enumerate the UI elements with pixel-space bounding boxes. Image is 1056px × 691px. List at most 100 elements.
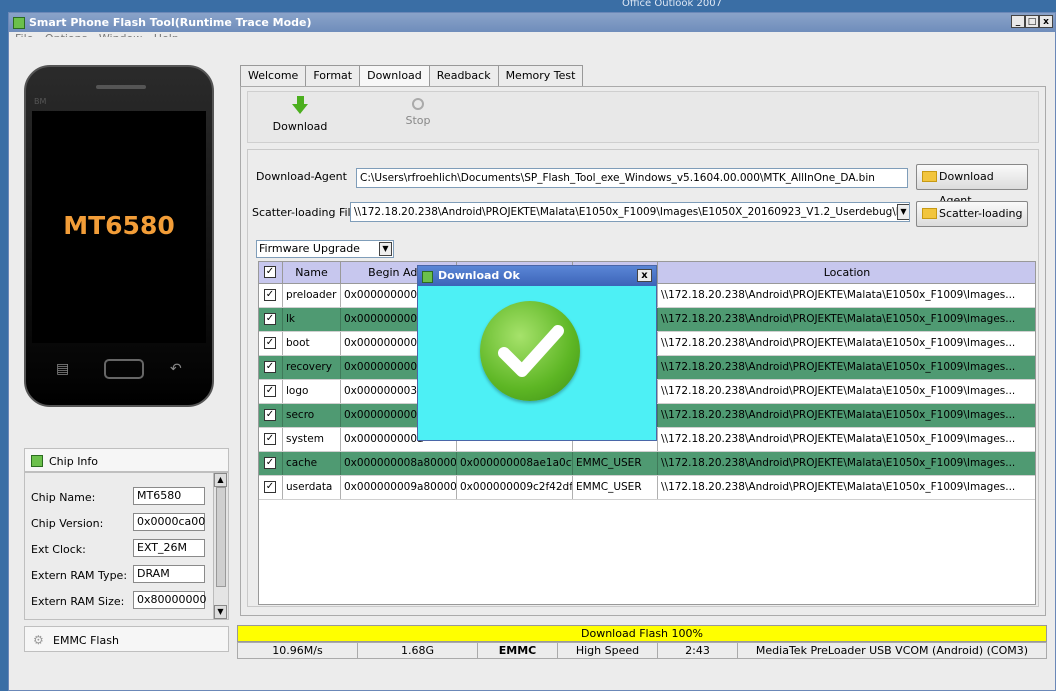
ext-clock-row: Ext Clock: EXT_26M <box>31 539 221 559</box>
chip-name-label: Chip Name: <box>31 491 96 504</box>
tab-memory-test[interactable]: Memory Test <box>497 65 584 86</box>
emmc-flash-title: EMMC Flash <box>53 634 119 647</box>
cell-checkbox: ✓ <box>259 452 283 475</box>
cell-name: cache <box>283 452 341 475</box>
header-select-all[interactable]: ✓ <box>259 262 283 283</box>
gear-icon: ⚙ <box>33 633 44 647</box>
download-ok-dialog: Download Ok x <box>417 265 657 441</box>
cell-checkbox: ✓ <box>259 332 283 355</box>
scatter-file-label: Scatter-loading File <box>252 206 358 219</box>
row-checkbox[interactable]: ✓ <box>264 337 276 349</box>
desktop-edge <box>0 12 8 691</box>
cell-name: system <box>283 428 341 451</box>
status-storage: EMMC <box>478 643 558 658</box>
table-row[interactable]: ✓ userdata 0x000000009a800000 0x000000009c2… <box>259 476 1035 500</box>
chevron-down-icon[interactable]: ▼ <box>379 242 392 256</box>
chip-info-scrollbar[interactable]: ▲ ▼ <box>213 473 228 619</box>
cell-checkbox: ✓ <box>259 284 283 307</box>
phone-home-icon <box>104 359 144 379</box>
dialog-title: Download Ok <box>438 269 520 282</box>
row-checkbox[interactable]: ✓ <box>264 385 276 397</box>
row-checkbox[interactable]: ✓ <box>264 313 276 325</box>
scroll-up-icon[interactable]: ▲ <box>214 473 227 487</box>
download-button-label: Download <box>272 120 328 133</box>
phone-brand: BM <box>34 97 47 106</box>
row-checkbox[interactable]: ✓ <box>264 481 276 493</box>
cell-end-address: 0x000000008ae1a0cf <box>457 452 573 475</box>
folder-icon <box>922 208 937 219</box>
cell-location: \\172.18.20.238\Android\PROJEKTE\Malata\… <box>658 308 1035 331</box>
cell-name: secro <box>283 404 341 427</box>
cell-begin-address: 0x000000008a800000 <box>341 452 457 475</box>
download-agent-button[interactable]: Download Agent <box>916 164 1028 207</box>
download-agent-path[interactable]: C:\Users\rfroehlich\Documents\SP_Flash_T… <box>356 168 908 188</box>
row-checkbox[interactable]: ✓ <box>264 457 276 469</box>
background-window-title: Office Outlook 2007 <box>622 0 722 9</box>
cell-checkbox: ✓ <box>259 476 283 499</box>
mode-select-value: Firmware Upgrade <box>259 242 360 255</box>
chip-info-panel: Chip Name: MT6580 Chip Version: 0x0000ca… <box>24 472 229 620</box>
cell-checkbox: ✓ <box>259 356 283 379</box>
row-checkbox[interactable]: ✓ <box>264 433 276 445</box>
tab-download[interactable]: Download <box>359 65 430 88</box>
status-bar: 10.96M/s 1.68G EMMC High Speed 2:43 Medi… <box>237 642 1047 659</box>
cell-location: \\172.18.20.238\Android\PROJEKTE\Malata\… <box>658 476 1035 499</box>
status-size: 1.68G <box>358 643 478 658</box>
chip-info-icon <box>31 455 43 467</box>
select-all-checkbox[interactable]: ✓ <box>264 266 276 278</box>
chip-model-label: MT6580 <box>63 211 175 240</box>
table-row[interactable]: ✓ cache 0x000000008a800000 0x000000008ae1a0… <box>259 452 1035 476</box>
scatter-loading-button[interactable]: Scatter-loading <box>916 201 1028 227</box>
maximize-button[interactable]: □ <box>1025 15 1039 28</box>
phone-screen: MT6580 <box>32 111 206 343</box>
title-bar[interactable]: Smart Phone Flash Tool(Runtime Trace Mod… <box>9 13 1055 32</box>
stop-icon <box>412 98 424 110</box>
emmc-flash-header[interactable]: ⚙ EMMC Flash <box>24 626 229 652</box>
progress-text: Download Flash 100% <box>581 627 703 640</box>
dialog-title-bar[interactable]: Download Ok x <box>418 266 656 286</box>
chip-info-header[interactable]: Chip Info <box>24 448 229 472</box>
row-checkbox[interactable]: ✓ <box>264 409 276 421</box>
tab-format[interactable]: Format <box>305 65 361 86</box>
tab-welcome[interactable]: Welcome <box>240 65 307 86</box>
toolbar: Download Stop <box>247 91 1039 143</box>
close-button[interactable]: x <box>1039 15 1053 28</box>
header-name[interactable]: Name <box>283 262 341 283</box>
scatter-dropdown-icon[interactable]: ▼ <box>897 204 909 220</box>
cell-name: userdata <box>283 476 341 499</box>
header-location[interactable]: Location <box>658 262 1035 283</box>
chip-version-value: 0x0000ca00 <box>133 513 205 531</box>
scatter-file-path[interactable]: \\172.18.20.238\Android\PROJEKTE\Malata\… <box>350 202 910 222</box>
mode-select[interactable]: Firmware Upgrade ▼ <box>256 240 394 258</box>
stop-button[interactable]: Stop <box>388 96 448 127</box>
tab-readback[interactable]: Readback <box>428 65 499 86</box>
row-checkbox[interactable]: ✓ <box>264 361 276 373</box>
app-icon <box>13 17 25 29</box>
checkmark-icon <box>498 325 564 377</box>
ext-clock-label: Ext Clock: <box>31 543 86 556</box>
minimize-button[interactable]: _ <box>1011 15 1025 28</box>
chip-version-label: Chip Version: <box>31 517 104 530</box>
folder-icon <box>922 171 937 182</box>
phone-image: BM MT6580 ▤ ↶ <box>24 65 214 407</box>
cell-location: \\172.18.20.238\Android\PROJEKTE\Malata\… <box>658 428 1035 451</box>
row-checkbox[interactable]: ✓ <box>264 289 276 301</box>
scroll-down-icon[interactable]: ▼ <box>214 605 227 619</box>
dialog-close-button[interactable]: x <box>637 269 652 282</box>
cell-location: \\172.18.20.238\Android\PROJEKTE\Malata\… <box>658 452 1035 475</box>
scroll-thumb[interactable] <box>216 487 226 587</box>
stop-button-label: Stop <box>405 114 431 127</box>
chip-info-title: Chip Info <box>49 455 99 468</box>
tab-bar: Welcome Format Download Readback Memory … <box>240 65 584 88</box>
phone-speaker <box>96 85 146 89</box>
cell-checkbox: ✓ <box>259 308 283 331</box>
window-controls: _ □ x <box>1011 15 1053 28</box>
cell-name: recovery <box>283 356 341 379</box>
cell-region: EMMC_USER <box>573 452 658 475</box>
download-button[interactable]: Download <box>270 96 330 133</box>
download-arrow-icon <box>296 96 304 104</box>
chip-name-value: MT6580 <box>133 487 205 505</box>
cell-end-address: 0x000000009c2f42df <box>457 476 573 499</box>
cell-name: logo <box>283 380 341 403</box>
chip-version-row: Chip Version: 0x0000ca00 <box>31 513 221 533</box>
